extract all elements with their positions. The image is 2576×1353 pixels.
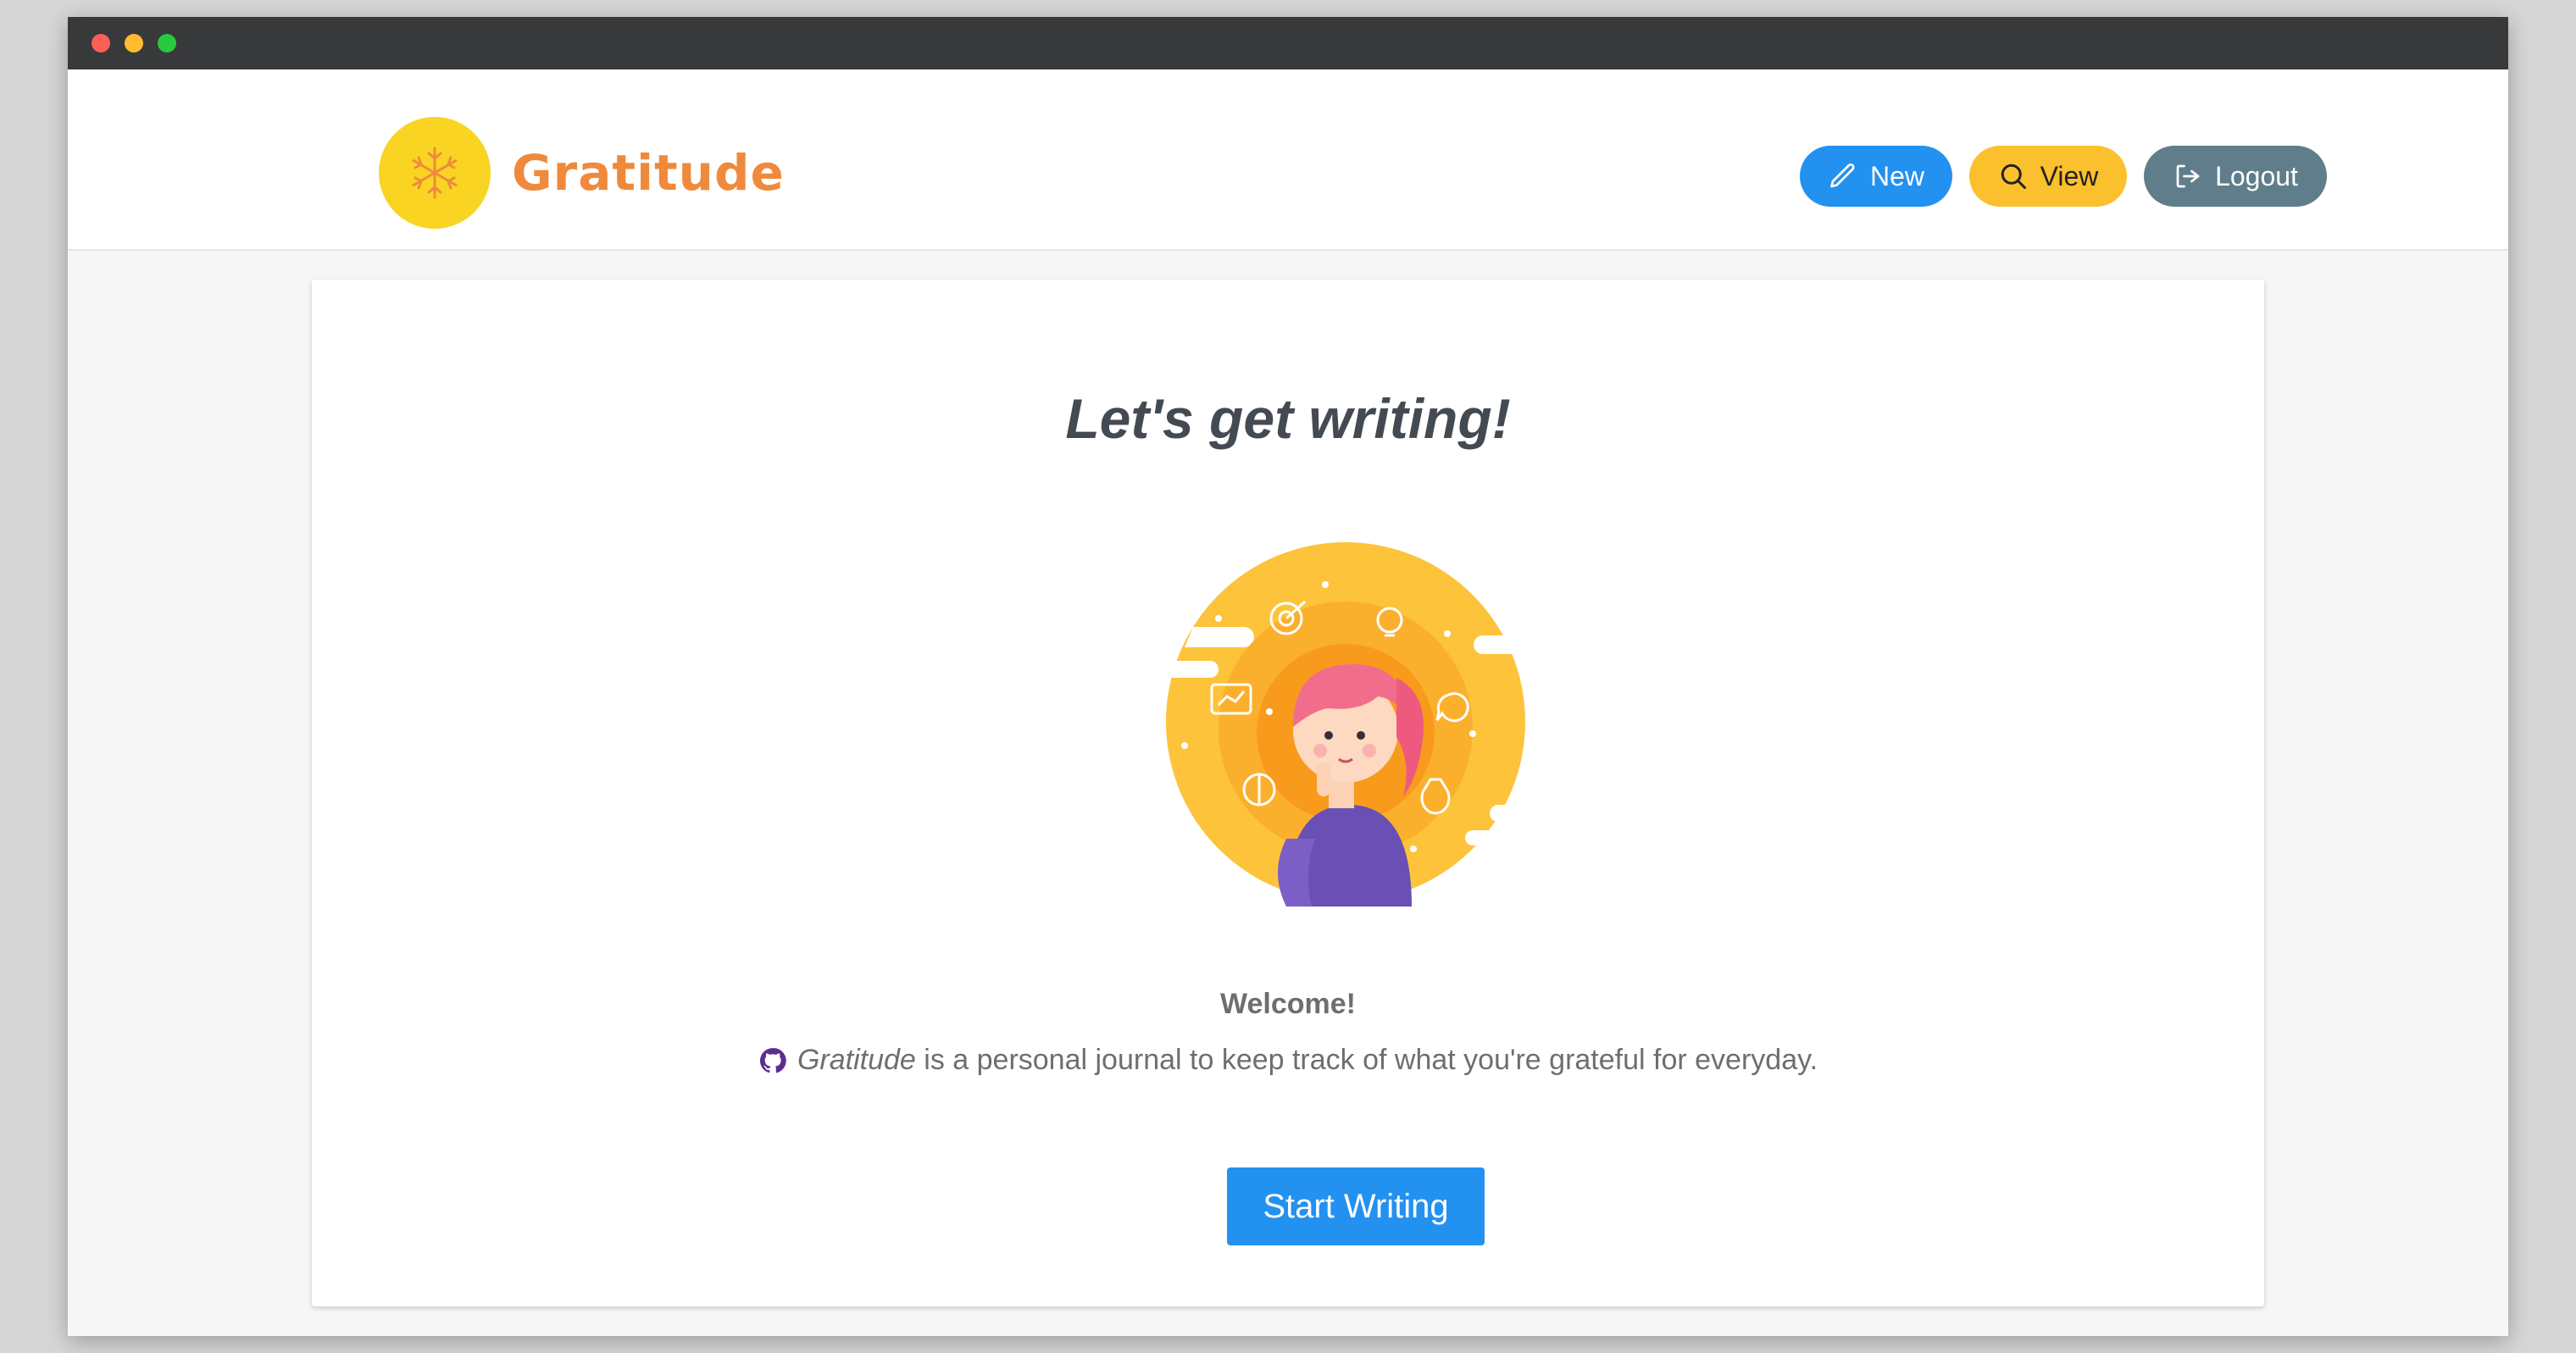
description-app-name: Gratitude	[797, 1044, 916, 1076]
welcome-text: Welcome!	[1220, 988, 1356, 1020]
new-entry-label: New	[1869, 160, 1924, 191]
snowflake-icon	[412, 147, 458, 199]
brand-title[interactable]: Gratitude	[512, 141, 785, 205]
github-icon[interactable]	[758, 1046, 787, 1075]
start-writing-button[interactable]: Start Writing	[1227, 1167, 1485, 1245]
logout-label: Logout	[2215, 160, 2298, 191]
app-logo[interactable]	[379, 117, 491, 229]
window-titlebar	[68, 17, 2508, 69]
pencil-icon	[1830, 163, 1855, 188]
thinking-girl-illustration	[1166, 542, 1532, 907]
app-description: Gratitude is a personal journal to keep …	[312, 1044, 2264, 1077]
welcome-card: Let's get writing! Welcome! Gratitude is…	[312, 280, 2264, 1306]
page-heading: Let's get writing!	[1065, 387, 1511, 450]
maximize-window-button[interactable]	[158, 34, 176, 53]
top-navbar: Gratitude New View Logout	[68, 69, 2508, 251]
minimize-window-button[interactable]	[125, 34, 143, 53]
description-text: is a personal journal to keep track of w…	[915, 1044, 1818, 1076]
view-entries-label: View	[2040, 160, 2099, 191]
view-entries-button[interactable]: View	[1969, 146, 2127, 207]
search-icon	[2001, 164, 2026, 189]
browser-window: Gratitude New View Logout Let's get writ…	[68, 17, 2508, 1336]
logout-button[interactable]: Logout	[2144, 146, 2327, 207]
close-window-button[interactable]	[92, 34, 110, 53]
new-entry-button[interactable]: New	[1800, 146, 1952, 207]
logout-icon	[2176, 164, 2200, 188]
